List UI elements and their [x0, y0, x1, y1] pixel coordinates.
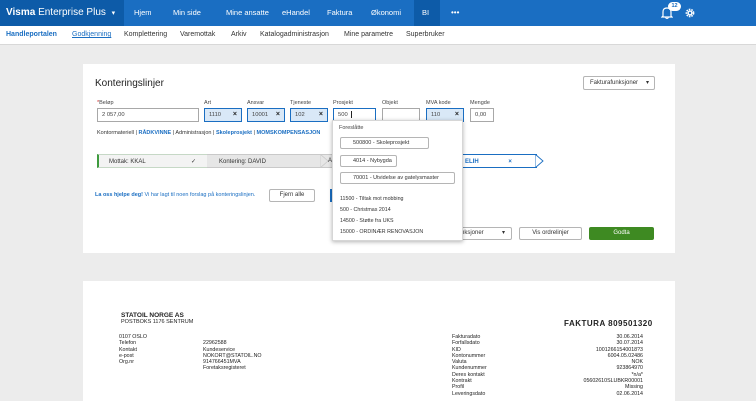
belop-label: *Beløp [97, 100, 114, 106]
invoice-meta-value: 02.06.2014 [616, 390, 643, 397]
invoice-title: FAKTURA 809501320 [564, 319, 653, 328]
prosjekt-suggestions-dropdown: Foreslåtte 500800 - Skoleprosjekt 4014 -… [332, 120, 463, 241]
subnav-superbruker[interactable]: Superbruker [406, 26, 445, 45]
topnav-ehandel[interactable]: eHandel [282, 0, 324, 26]
suggestion-list-item[interactable]: 14500 - Støtte fra UKS [340, 218, 394, 224]
topnav-mine-ansatte[interactable]: Mine ansatte [220, 0, 282, 26]
check-icon: ✓ [190, 159, 196, 165]
belop-input[interactable]: 2 057,00 [97, 108, 199, 122]
kontering-summary: Kontormateriell | RÅDKVINNE | Administra… [97, 130, 321, 136]
suggestion-chip[interactable]: 70001 - Utvidelse av gatelysmaster [340, 172, 455, 184]
topnav-okonomi[interactable]: Økonomi [371, 0, 411, 26]
mengde-label: Mengde [470, 100, 490, 106]
subnav-arkiv[interactable]: Arkiv [231, 26, 247, 45]
ansvar-label: Ansvar [247, 100, 265, 106]
clear-tjeneste-icon[interactable]: × [319, 109, 323, 121]
invoice-label: Org.nr [119, 359, 135, 366]
invoice-address: POSTBOKS 1176 SENTRUM [121, 319, 194, 325]
vis-ordrelinjer-button[interactable]: Vis ordrelinjer [519, 227, 582, 240]
suggestion-list-item[interactable]: 500 - Christmas 2014 [340, 207, 391, 213]
topnav-hjem[interactable]: Hjem [124, 0, 162, 26]
brand-name-bold: Visma [6, 7, 36, 18]
help-text: La oss hjelpe deg! Vi har lagt til noen … [95, 192, 256, 198]
fakturafunksjoner-dropdown[interactable]: Fakturafunksjoner ▾ [583, 76, 655, 90]
mengde-input[interactable]: 0,00 [470, 108, 494, 122]
brand-name: Enterprise Plus [35, 7, 106, 18]
close-icon[interactable]: × [508, 159, 512, 165]
notification-count-badge: 12 [668, 2, 681, 11]
subnav-godkjenning[interactable]: Godkjenning [72, 26, 111, 45]
tjeneste-field[interactable]: 102 × [290, 108, 328, 122]
kontering-title: Konteringslinjer [95, 78, 164, 89]
sub-navbar: Handleportalen Godkjenning Komplettering… [0, 26, 756, 45]
topnav-more[interactable]: ••• [451, 0, 471, 26]
brand-chevron-icon: ▾ [111, 10, 116, 17]
ansvar-field[interactable]: 10001 × [247, 108, 285, 122]
fakturafunksjoner-label: Fakturafunksjoner [590, 80, 639, 86]
workflow-step-kontering: Kontering: DAVID [207, 154, 337, 168]
suggestion-list-item[interactable]: 11500 - Tiltak mot mobbing [340, 196, 404, 202]
tjeneste-label: Tjeneste [290, 100, 312, 106]
prosjekt-label: Prosjekt [333, 100, 353, 106]
subnav-varemottak[interactable]: Varemottak [180, 26, 215, 45]
invoice-meta-values: 30.06.2014 30.07.2014 10012661540018?3 6… [553, 334, 644, 397]
remove-all-button[interactable]: Fjern alle [269, 189, 315, 202]
topnav-bi[interactable]: BI [414, 0, 440, 26]
topnav-faktura[interactable]: Faktura [327, 0, 367, 26]
workflow-arrow-icon [535, 154, 544, 168]
invoice-meta-label: Leveringsdato [452, 390, 486, 397]
invoice-meta-label: Kundenummer [452, 365, 487, 372]
subnav-mine-parametre[interactable]: Mine parametre [344, 26, 393, 45]
invoice-sender-values: 22962588 Kundeservice NOKORT@STATOIL.NO … [203, 340, 262, 371]
mva-kode-label: MVA kode [426, 100, 451, 106]
art-label: Art [204, 100, 212, 106]
objekt-label: Objekt [382, 100, 398, 106]
workflow-step-mottak: Mottak: KKAL ✓ [97, 154, 213, 168]
workflow-step-elih[interactable]: ELIH × [461, 154, 537, 168]
chevron-down-icon: ▾ [501, 230, 505, 236]
brand-logo[interactable]: Visma Enterprise Plus ▾ [0, 0, 124, 26]
invoice-meta-labels: Fakturadato Forfallsdato KID Kontonummer… [452, 334, 487, 397]
invoice-value: Foretaksregisteret [203, 365, 246, 372]
invoice-sender-labels: 0107 OSLO Telefon Kontakt e-post Org.nr [119, 334, 147, 365]
subnav-katalogadministrasjon[interactable]: Katalogadministrasjon [260, 26, 329, 45]
subnav-komplettering[interactable]: Komplettering [124, 26, 167, 45]
settings-icon[interactable] [684, 7, 696, 19]
chevron-down-icon: ▾ [645, 80, 649, 86]
art-field[interactable]: 1110 × [204, 108, 242, 122]
godta-button[interactable]: Godta [589, 227, 654, 240]
clear-ansvar-icon[interactable]: × [276, 109, 280, 121]
subnav-handleportalen[interactable]: Handleportalen [6, 26, 57, 45]
clear-art-icon[interactable]: × [233, 109, 237, 121]
topnav-min-side[interactable]: Min side [165, 0, 217, 26]
suggestion-chip[interactable]: 500800 - Skoleprosjekt [340, 137, 429, 149]
suggestion-chip[interactable]: 4014 - Nybygda [340, 155, 397, 167]
invoice-company: STATOIL NORGE AS [121, 312, 184, 319]
suggestion-list-item[interactable]: 15000 - ORDINÆR RENOVASJON [340, 229, 423, 235]
text-cursor [350, 110, 352, 118]
invoice-document: STATOIL NORGE AS POSTBOKS 1176 SENTRUM F… [83, 281, 675, 401]
top-navbar: Visma Enterprise Plus ▾ Hjem Min side Mi… [0, 0, 756, 26]
suggestions-header: Foreslåtte [339, 125, 364, 131]
